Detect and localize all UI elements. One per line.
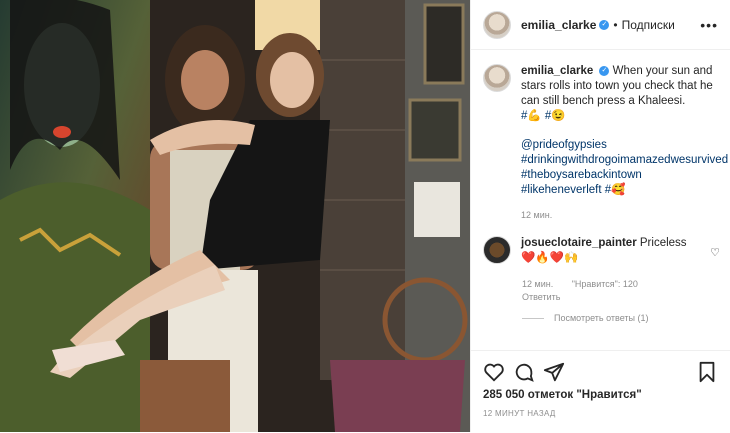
- heart-icon[interactable]: [483, 361, 505, 383]
- share-icon[interactable]: [543, 361, 565, 383]
- author-avatar[interactable]: [483, 10, 511, 39]
- comment-like-icon[interactable]: ♡: [710, 246, 720, 259]
- post-caption: emilia_clarke ✓ When your sun and stars …: [483, 64, 728, 223]
- post-panel: emilia_clarke ✓ • Подписки ••• emilia_cl…: [470, 0, 730, 433]
- view-replies-label[interactable]: Посмотреть ответы (1): [554, 313, 649, 323]
- comment-emoji: ❤️🔥❤️🙌: [521, 252, 579, 264]
- reply-button[interactable]: Ответить: [522, 291, 638, 304]
- hashtag-link[interactable]: #likeheneverleft #🥰: [521, 183, 721, 198]
- verified-icon: ✓: [599, 65, 610, 76]
- comment-likes[interactable]: "Нравится": 120: [572, 279, 638, 289]
- post-header: emilia_clarke ✓ • Подписки •••: [471, 0, 730, 50]
- following-button[interactable]: Подписки: [622, 18, 675, 32]
- comment-icon[interactable]: [513, 361, 535, 383]
- more-options-icon[interactable]: •••: [700, 17, 718, 33]
- hashtag-link[interactable]: #drinkingwithdrogoimamazedwesurvived: [521, 153, 728, 168]
- comment-item: josueclotaire_painter Priceless ❤️🔥❤️🙌: [483, 236, 720, 266]
- post-photo[interactable]: [0, 0, 470, 432]
- comment-timestamp: 12 мин.: [522, 279, 554, 289]
- caption-emoji-tags[interactable]: #💪 #😉: [521, 109, 721, 124]
- verified-icon: ✓: [599, 19, 610, 30]
- mention-link[interactable]: @prideofgypsies: [521, 138, 721, 153]
- view-replies[interactable]: Посмотреть ответы (1): [522, 313, 649, 323]
- separator-dot: •: [613, 17, 618, 32]
- caption-timestamp: 12 мин.: [521, 210, 553, 220]
- comment-meta: 12 мин. "Нравится": 120 Ответить: [522, 278, 638, 304]
- post-image: [0, 0, 470, 432]
- commenter-username[interactable]: josueclotaire_painter: [521, 237, 637, 249]
- caption-username[interactable]: emilia_clarke: [521, 65, 593, 77]
- likes-count[interactable]: 285 050 отметок "Нравится": [483, 389, 642, 401]
- comment-text: Priceless: [639, 237, 687, 249]
- post-timestamp: 12 МИНУТ НАЗАД: [483, 409, 556, 418]
- post-actions: 285 050 отметок "Нравится" 12 МИНУТ НАЗА…: [471, 350, 730, 433]
- hashtag-link[interactable]: #theboysarebackintown: [521, 168, 721, 183]
- bookmark-icon[interactable]: [696, 361, 718, 383]
- commenter-avatar[interactable]: [483, 236, 511, 264]
- caption-avatar[interactable]: [483, 64, 511, 92]
- replies-line: [522, 317, 544, 319]
- author-username[interactable]: emilia_clarke: [521, 18, 596, 32]
